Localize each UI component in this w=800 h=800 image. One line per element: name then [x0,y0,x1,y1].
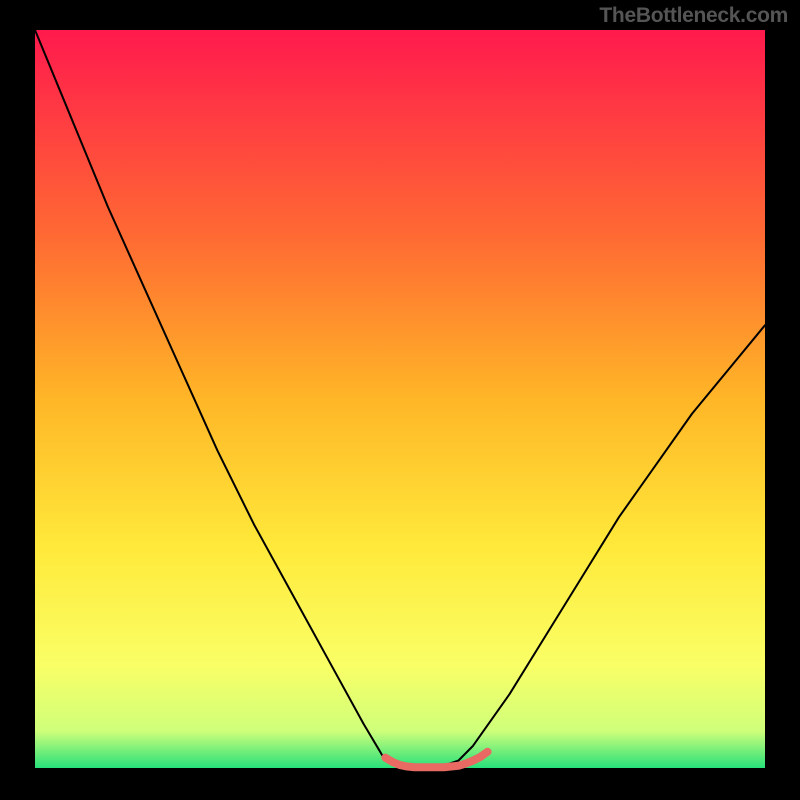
plot-background [35,30,765,768]
bottleneck-plot [0,0,800,800]
chart-container: TheBottleneck.com [0,0,800,800]
